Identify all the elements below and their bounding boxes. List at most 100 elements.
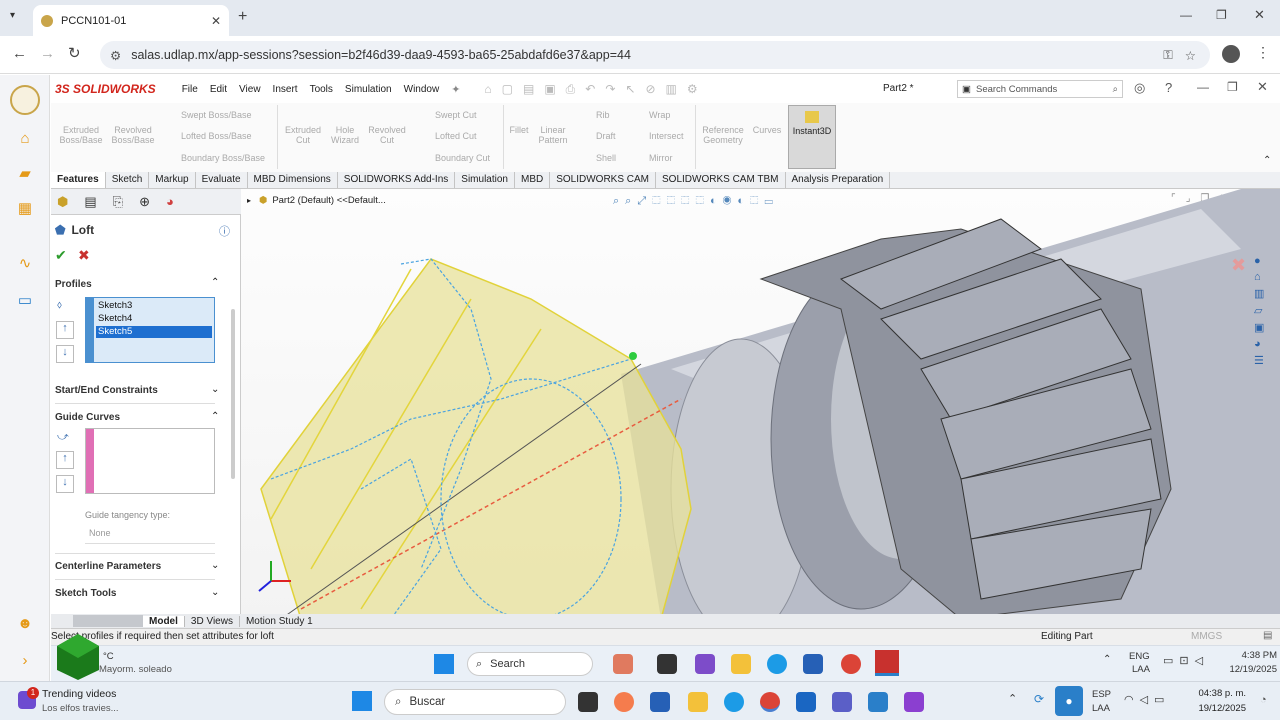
menu-view[interactable]: View <box>239 84 261 95</box>
boundary-cut-button[interactable]: Boundary Cut <box>435 153 490 163</box>
local-lang-layout[interactable]: LAA <box>1092 703 1110 714</box>
tab-mbd-dimensions[interactable]: MBD Dimensions <box>248 172 338 188</box>
lofted-boss-button[interactable]: Lofted Boss/Base <box>181 131 252 141</box>
tab-features[interactable]: Features <box>51 172 106 188</box>
store-icon[interactable] <box>803 654 823 674</box>
model-graphics[interactable] <box>241 189 1280 619</box>
lang-layout[interactable]: LAA <box>1132 664 1150 675</box>
file-explorer-icon[interactable] <box>731 654 751 674</box>
fillet-button[interactable]: Fillet <box>507 125 531 135</box>
tab-simulation[interactable]: Simulation <box>455 172 515 188</box>
view-palette-icon[interactable]: ▣ <box>1254 321 1276 334</box>
curves-button[interactable]: Curves <box>749 125 785 135</box>
expand-sketch-tools-icon[interactable]: ⌄ <box>211 587 219 598</box>
solidworks-task-icon[interactable] <box>875 650 899 676</box>
guide-curves-header[interactable]: Guide Curves <box>55 412 120 423</box>
remote-search-box[interactable]: ⌕ Search <box>467 652 593 676</box>
property-manager-scrollbar[interactable] <box>231 309 235 479</box>
revolved-boss-button[interactable]: Revolved Boss/Base <box>109 125 157 145</box>
centerline-parameters-header[interactable]: Centerline Parameters <box>55 561 161 572</box>
computer-icon[interactable]: ▭ <box>15 290 35 310</box>
guide-move-down-button[interactable]: ↓ <box>56 475 74 493</box>
lang-code[interactable]: ENG <box>1129 651 1150 662</box>
tab-mbd[interactable]: MBD <box>515 172 551 188</box>
wrap-button[interactable]: Wrap <box>649 110 670 120</box>
hole-wizard-button[interactable]: Hole Wizard <box>325 125 365 145</box>
expand-constraints-icon[interactable]: ⌄ <box>211 384 219 395</box>
chrome-icon[interactable] <box>760 692 780 712</box>
file-explorer-icon[interactable] <box>688 692 708 712</box>
start-end-constraints-header[interactable]: Start/End Constraints <box>55 385 158 396</box>
mirror-button[interactable]: Mirror <box>649 153 673 163</box>
teams-icon[interactable] <box>695 654 715 674</box>
collapse-profiles-icon[interactable]: ⌃ <box>211 277 219 288</box>
extruded-cut-button[interactable]: Extruded Cut <box>281 125 325 145</box>
intersect-button[interactable]: Intersect <box>649 131 684 141</box>
tab-3d-views[interactable]: 3D Views <box>183 615 239 627</box>
close-window-icon[interactable]: ✕ <box>1254 7 1265 23</box>
local-search-box[interactable]: ⌕ Buscar <box>384 689 566 715</box>
site-info-icon[interactable]: ⚙ <box>110 48 121 63</box>
reload-icon[interactable]: ↻ <box>68 44 81 62</box>
move-down-button[interactable]: ↓ <box>56 345 74 363</box>
apps-grid-icon[interactable]: ▦ <box>15 198 35 218</box>
custom-properties-icon[interactable]: ☰ <box>1254 354 1276 367</box>
collapse-guides-icon[interactable]: ⌃ <box>211 411 219 422</box>
sw-minimize-icon[interactable]: — <box>1197 80 1209 94</box>
maximize-icon[interactable]: ❐ <box>1216 8 1227 22</box>
ok-check-icon[interactable]: ✔ <box>55 247 67 264</box>
teams-icon[interactable] <box>832 692 852 712</box>
revolved-cut-button[interactable]: Revolved Cut <box>365 125 409 145</box>
url-field[interactable]: ⚙ salas.udlap.mx/app-sessions?session=b2… <box>100 41 1210 69</box>
shell-button[interactable]: Shell <box>596 153 616 163</box>
cancel-x-icon[interactable]: ✖ <box>78 247 90 264</box>
menu-simulation[interactable]: Simulation <box>345 84 392 95</box>
expand-rail-icon[interactable]: › <box>15 650 35 670</box>
appearances-icon[interactable]: ◕ <box>1254 338 1276 350</box>
extruded-boss-button[interactable]: Extruded Boss/Base <box>57 125 105 145</box>
sw-restore-icon[interactable]: ❐ <box>1227 80 1238 94</box>
local-start-icon[interactable] <box>352 691 372 711</box>
tray-icons[interactable]: ▭⊡◁ <box>1163 654 1209 667</box>
outlook-icon[interactable] <box>796 692 816 712</box>
tray-chevron-icon[interactable]: ⌃ <box>1103 654 1111 665</box>
tab-analysis-prep[interactable]: Analysis Preparation <box>786 172 891 188</box>
menu-window[interactable]: Window <box>404 84 440 95</box>
app-icon[interactable] <box>904 692 924 712</box>
guide-move-up-button[interactable]: ↑ <box>56 451 74 469</box>
feature-tree-icon[interactable]: ⬢ <box>57 194 68 210</box>
vpn-icon[interactable] <box>868 692 888 712</box>
collapse-ribbon-icon[interactable]: ⌃ <box>1263 155 1271 166</box>
task-view-icon[interactable] <box>657 654 677 674</box>
tab-markup[interactable]: Markup <box>149 172 196 188</box>
back-icon[interactable]: ← <box>12 45 27 62</box>
chrome-icon[interactable] <box>841 654 861 674</box>
linear-pattern-button[interactable]: Linear Pattern <box>535 125 571 145</box>
list-item[interactable]: Sketch5 <box>96 326 212 338</box>
tab-scroll-buttons[interactable] <box>73 615 143 627</box>
connector-point[interactable] <box>629 352 637 360</box>
browser-tab[interactable]: PCCN101-01 ✕ <box>33 5 229 36</box>
microphone-icon[interactable]: ● <box>1055 686 1083 716</box>
design-library-home-icon[interactable]: ⌂ <box>1254 271 1276 283</box>
graphics-viewport[interactable]: ▸ ⬢ Part2 (Default) <<Default... ⌕⌕⤢⬚⬚⬚⬚… <box>241 189 1280 619</box>
list-item[interactable]: Sketch4 <box>98 313 132 324</box>
tab-cam-tbm[interactable]: SOLIDWORKS CAM TBM <box>656 172 786 188</box>
minimize-icon[interactable]: — <box>1180 8 1192 22</box>
browser-menu-icon[interactable]: ⋮ <box>1256 44 1270 61</box>
swept-cut-button[interactable]: Swept Cut <box>435 110 477 120</box>
folder-icon[interactable]: ▰ <box>15 163 35 183</box>
sketch-tools-header[interactable]: Sketch Tools <box>55 588 117 599</box>
display-manager-icon[interactable]: ◕ <box>166 194 174 209</box>
local-tray-chevron-icon[interactable]: ⌃ <box>1008 692 1017 705</box>
draft-button[interactable]: Draft <box>596 131 616 141</box>
edge-icon[interactable] <box>767 654 787 674</box>
file-explorer-icon[interactable]: ▱ <box>1254 304 1276 317</box>
quick-access-toolbar[interactable]: ⌂▢▤▣⎙↶↷↖⊘▥⚙ <box>484 82 707 97</box>
pin-icon[interactable]: ✦ <box>451 83 460 96</box>
task-view-icon[interactable] <box>578 692 598 712</box>
property-manager-icon[interactable]: ▤ <box>84 194 96 210</box>
status-chat-icon[interactable]: ▤ <box>1263 630 1272 641</box>
instant3d-button[interactable]: Instant3D <box>788 105 836 169</box>
tab-evaluate[interactable]: Evaluate <box>196 172 248 188</box>
